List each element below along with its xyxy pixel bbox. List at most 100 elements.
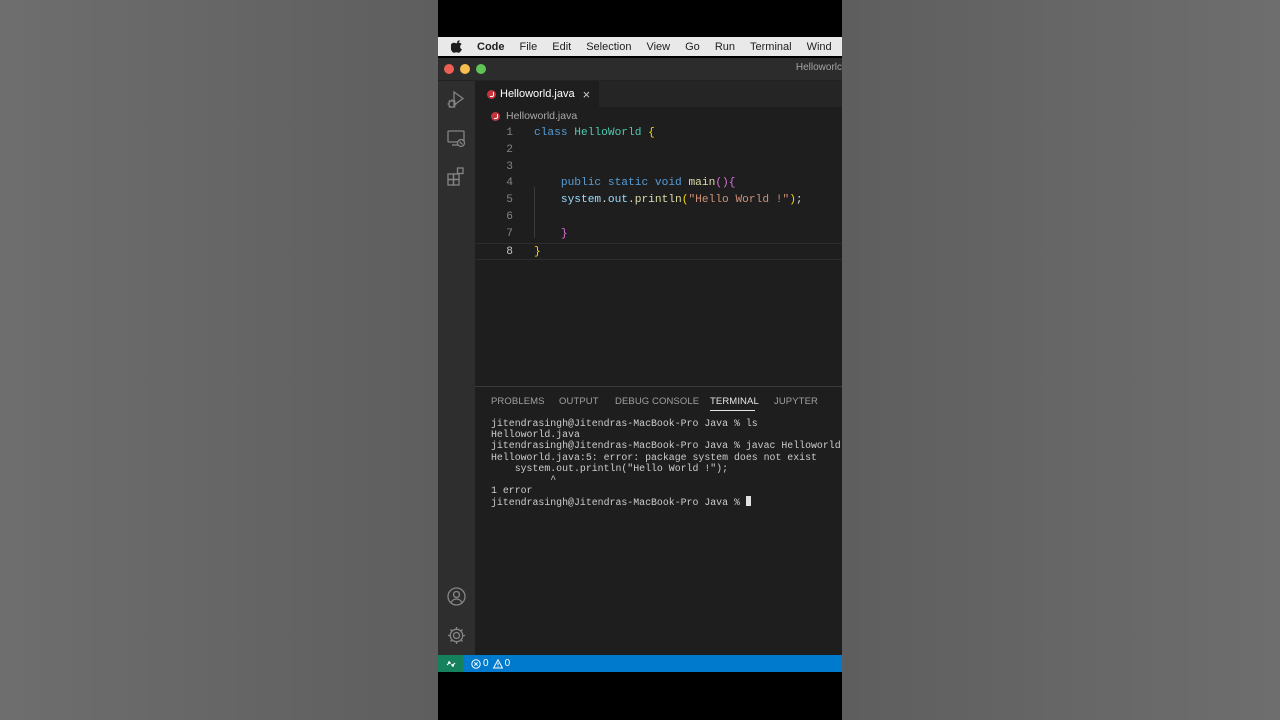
tab-jupyter[interactable]: JUPYTER	[774, 396, 818, 407]
window-titlebar: Helloworlc	[438, 58, 842, 81]
remote-indicator[interactable]	[438, 655, 463, 672]
menu-file[interactable]: File	[520, 41, 538, 53]
code-line[interactable]: 8}	[475, 242, 842, 261]
code-line[interactable]: 5 system.out.println("Hello World !");	[475, 192, 842, 209]
minimize-window-button[interactable]	[460, 64, 470, 74]
terminal-line: 1 error	[491, 485, 533, 497]
code-token: ;	[795, 194, 803, 207]
menu-run[interactable]: Run	[715, 41, 735, 53]
code-token: {	[648, 127, 655, 139]
line-content: class HelloWorld {	[534, 125, 655, 142]
activity-bar	[438, 81, 475, 655]
terminal-line: jitendrasingh@Jitendras-MacBook-Pro Java…	[491, 418, 758, 429]
menu-selection[interactable]: Selection	[586, 41, 631, 53]
tab-terminal[interactable]: TERMINAL	[710, 396, 759, 407]
line-number: 4	[506, 177, 513, 190]
settings-gear-icon[interactable]	[446, 625, 467, 646]
menu-go[interactable]: Go	[685, 41, 700, 53]
editor-tabs: Helloworld.java ×	[475, 81, 842, 107]
warning-icon	[492, 658, 503, 668]
line-number: 8	[506, 245, 513, 258]
code-token: }	[560, 227, 568, 240]
bottom-panel: PROBLEMS OUTPUT DEBUG CONSOLE TERMINAL J…	[475, 386, 842, 656]
line-number: 3	[506, 160, 513, 173]
tab-problems[interactable]: PROBLEMS	[491, 396, 545, 407]
menu-terminal[interactable]: Terminal	[750, 41, 792, 53]
menu-edit[interactable]: Edit	[552, 41, 571, 53]
code-token: main	[688, 177, 716, 190]
line-number: 5	[506, 194, 513, 207]
code-line[interactable]: 3	[475, 159, 842, 176]
account-icon[interactable]	[446, 586, 467, 607]
java-file-icon	[487, 89, 496, 99]
code-token: class	[534, 127, 568, 139]
extensions-icon[interactable]	[446, 166, 467, 187]
close-window-button[interactable]	[444, 64, 454, 74]
line-content: public static void main(){	[534, 175, 736, 192]
zoom-window-button[interactable]	[476, 64, 486, 74]
terminal-line: Helloworld.java	[491, 429, 580, 441]
window-title: Helloworlc	[795, 62, 842, 73]
code-token: "Hello World !"	[688, 194, 790, 207]
line-content: }	[534, 244, 541, 261]
code-line[interactable]: 2	[475, 142, 842, 159]
code-token: public	[560, 177, 602, 190]
terminal-prompt-line[interactable]: jitendrasingh@Jitendras-MacBook-Pro Java…	[491, 496, 842, 508]
tab-helloworld-java[interactable]: Helloworld.java ×	[475, 81, 599, 107]
close-tab-icon[interactable]: ×	[583, 87, 591, 102]
code-token: {	[728, 177, 736, 190]
remote-explorer-icon[interactable]	[446, 128, 467, 149]
terminal-line: Helloworld.java:5: error: package system…	[491, 451, 817, 463]
letterbox-bottom	[438, 672, 842, 720]
error-count: 0	[483, 658, 489, 669]
code-token: println	[634, 194, 682, 207]
video-frame: Code File Edit Selection View Go Run Ter…	[438, 0, 842, 720]
breadcrumb-file[interactable]: Helloworld.java	[506, 110, 577, 122]
active-tab-indicator	[710, 410, 755, 411]
code-line[interactable]: 4 public static void main(){	[475, 175, 842, 192]
tab-label: Helloworld.java	[500, 88, 575, 100]
code-token: void	[654, 177, 682, 190]
code-token: .	[628, 194, 635, 207]
code-token: out	[607, 194, 629, 207]
menu-view[interactable]: View	[646, 41, 670, 53]
code-line[interactable]: 7 }	[475, 226, 842, 243]
error-icon	[471, 658, 481, 669]
code-token: )	[789, 194, 796, 207]
code-line[interactable]: 6	[475, 209, 842, 226]
menu-app-name[interactable]: Code	[477, 41, 505, 53]
code-token: system	[560, 194, 602, 207]
line-number: 6	[506, 211, 513, 223]
line-number: 1	[506, 127, 513, 139]
menu-window[interactable]: Wind	[807, 41, 832, 53]
blurred-background-right	[842, 0, 1280, 720]
code-token: static	[607, 177, 649, 190]
code-token: ()	[715, 177, 729, 190]
status-bar: 0 0	[438, 655, 842, 672]
blurred-background-left	[0, 0, 438, 720]
line-content: }	[534, 226, 568, 243]
code-token: HelloWorld	[574, 127, 642, 139]
terminal-line: ^	[491, 473, 557, 485]
run-debug-icon[interactable]	[446, 89, 467, 110]
terminal-prompt: jitendrasingh@Jitendras-MacBook-Pro Java…	[491, 497, 746, 508]
code-token: }	[534, 245, 541, 258]
code-token: .	[601, 194, 608, 207]
terminal-cursor	[745, 496, 751, 507]
tab-debug-console[interactable]: DEBUG CONSOLE	[615, 396, 699, 407]
apple-logo-icon[interactable]	[451, 40, 463, 53]
code-line[interactable]: 1 class HelloWorld {	[475, 125, 842, 142]
line-content: system.out.println("Hello World !");	[534, 192, 803, 209]
tab-output[interactable]: OUTPUT	[559, 396, 599, 407]
breadcrumb[interactable]: Helloworld.java	[491, 110, 577, 122]
remote-icon	[446, 660, 455, 667]
terminal-line: jitendrasingh@Jitendras-MacBook-Pro Java…	[491, 440, 842, 452]
terminal-output[interactable]: jitendrasingh@Jitendras-MacBook-Pro Java…	[491, 418, 842, 508]
problems-status[interactable]: 0 0	[471, 658, 514, 669]
terminal-line: system.out.println("Hello World !");	[491, 462, 729, 474]
